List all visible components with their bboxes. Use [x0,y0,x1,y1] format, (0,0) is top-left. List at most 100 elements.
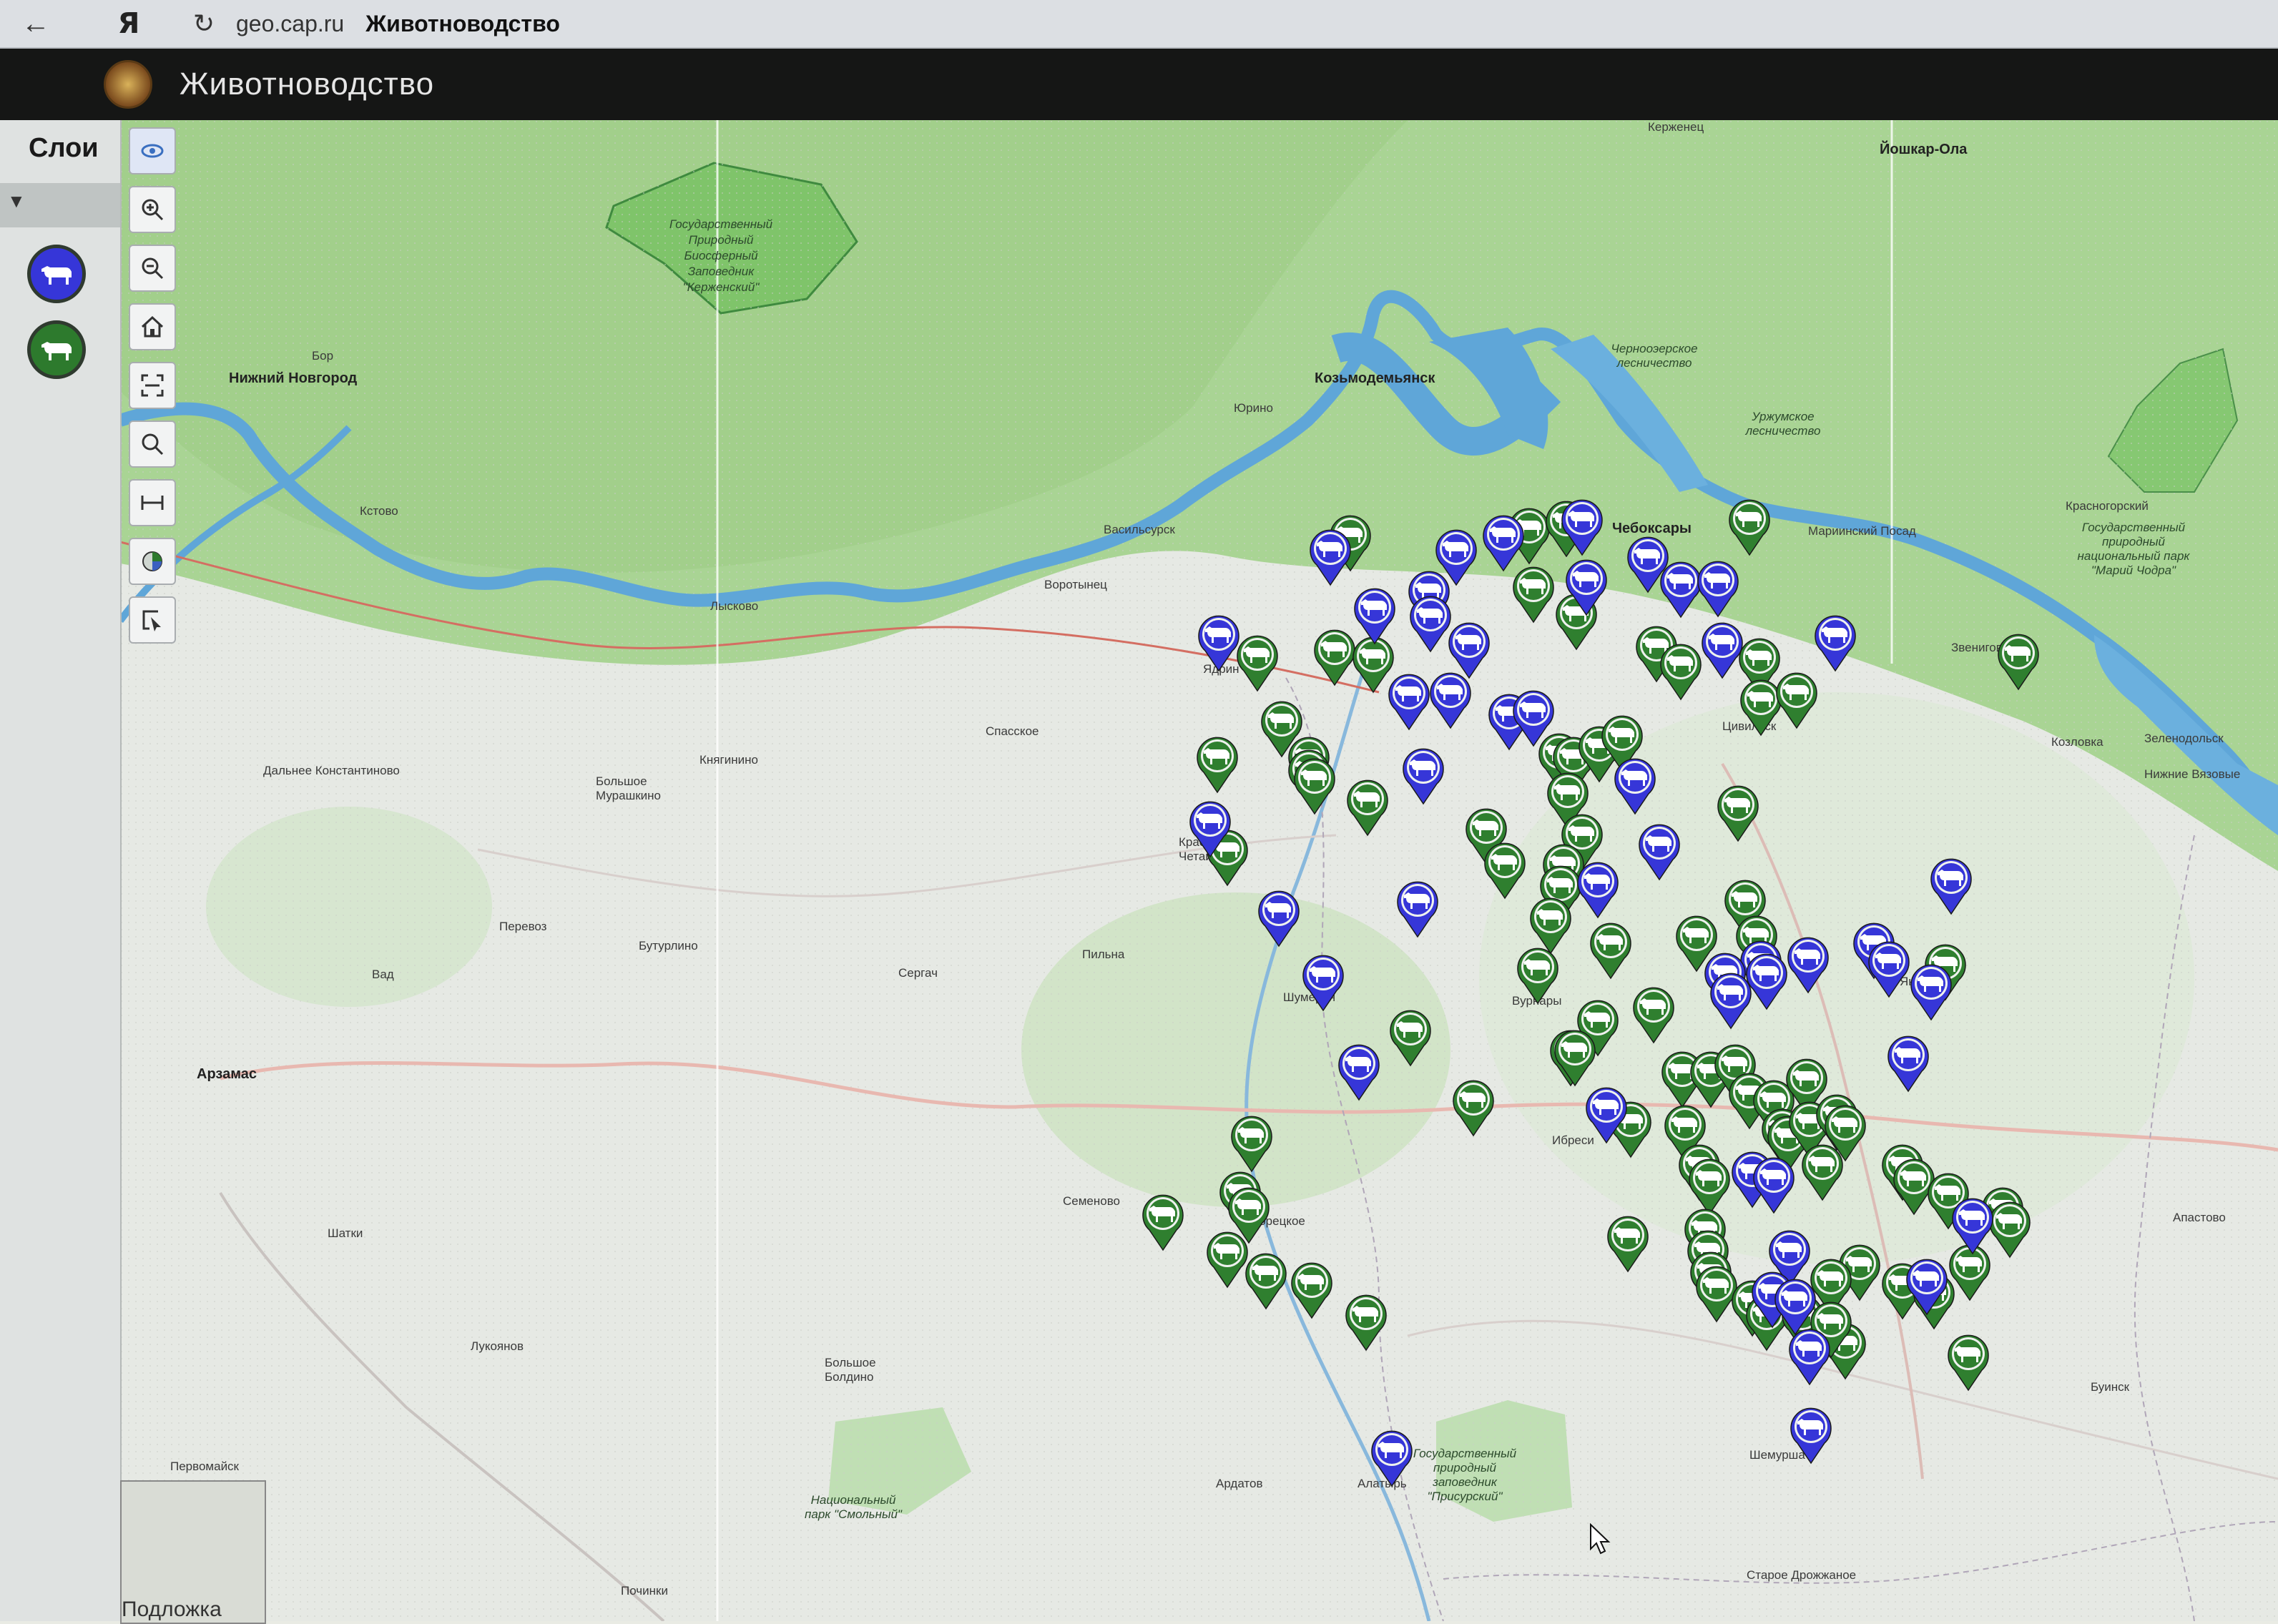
green-cattle-marker[interactable] [1945,1330,1992,1392]
green-cattle-marker[interactable] [1514,943,1561,1005]
map-pin-icon [1189,801,1231,858]
measure-tool[interactable] [129,479,176,526]
home-tool[interactable] [129,303,176,350]
zoom-in-icon [142,199,164,221]
map-label-yoshkar-ola: Йошкар-Ола [1880,142,1968,157]
blue-cattle-marker[interactable] [1574,857,1621,919]
blue-cattle-marker[interactable] [1300,950,1347,1012]
blue-cattle-marker[interactable] [1786,1324,1833,1386]
caret-down-icon[interactable]: ▼ [7,190,26,212]
visibility-tool[interactable] [129,127,176,174]
cattle-layer-blue[interactable] [27,245,86,303]
green-cattle-marker[interactable] [1995,629,2042,691]
cow-icon [41,266,72,285]
map-pin-icon [1802,1144,1843,1201]
blue-cattle-marker[interactable] [1908,960,1955,1021]
green-cattle-marker[interactable] [1288,1258,1335,1319]
blue-cattle-marker[interactable] [1750,1153,1797,1214]
zoom-out-tool[interactable] [129,245,176,292]
green-cattle-marker[interactable] [1344,775,1391,837]
blue-cattle-marker[interactable] [1187,797,1234,858]
full-extent-tool[interactable] [129,362,176,409]
blue-cattle-marker[interactable] [1885,1031,1932,1093]
map-pin-icon [1717,785,1759,842]
green-cattle-marker[interactable] [1228,1111,1275,1173]
measure-icon [141,496,164,510]
green-cattle-marker[interactable] [1242,1249,1290,1310]
reload-icon[interactable]: ↻ [186,9,222,39]
map-pin-icon [1998,634,2039,691]
blue-cattle-marker[interactable] [1255,886,1302,948]
map-label-bolshoe-murashkino: Большое Мурашкино [596,774,661,802]
blue-cattle-marker[interactable] [1433,525,1480,586]
map-label-vasilsursk: Васильсурск [1104,523,1175,536]
green-cattle-marker[interactable] [1604,1211,1651,1273]
map-pin-icon [1639,824,1680,881]
green-cattle-marker[interactable] [1387,1005,1434,1067]
blue-cattle-marker[interactable] [1394,877,1441,938]
blue-cattle-marker[interactable] [1812,611,1859,672]
map-pin-icon [1291,1262,1332,1319]
map-pin-icon [1607,1216,1649,1273]
map-pin-icon [1586,1087,1627,1144]
blue-cattle-marker[interactable] [1787,1403,1835,1465]
blue-cattle-marker[interactable] [1385,669,1433,731]
blue-cattle-marker[interactable] [1865,937,1913,998]
blue-cattle-marker[interactable] [1195,611,1242,672]
select-tool[interactable] [129,596,176,644]
map-pin-icon [1435,529,1477,586]
green-cattle-marker[interactable] [1291,754,1338,815]
blue-cattle-marker[interactable] [1558,495,1606,556]
map-view[interactable]: Нижний Новгород Бор Кстово Лысково Васил… [120,120,2278,1621]
green-cattle-marker[interactable] [1726,495,1773,556]
map-pin-icon [1815,615,1856,672]
green-cattle-marker[interactable] [1587,918,1634,980]
pie-tool[interactable] [129,538,176,585]
green-cattle-marker[interactable] [1630,983,1677,1044]
blue-cattle-marker[interactable] [1400,744,1447,805]
search-tool[interactable] [129,420,176,468]
blue-cattle-marker[interactable] [1949,1194,1996,1255]
map-label-yurino: Юрино [1234,401,1273,415]
blue-cattle-marker[interactable] [1583,1083,1630,1144]
map-pin-icon [1347,779,1388,837]
green-cattle-marker[interactable] [1194,732,1241,794]
map-label-shatki: Шатки [328,1226,363,1240]
green-cattle-marker[interactable] [1773,668,1820,729]
blue-cattle-marker[interactable] [1563,555,1610,616]
cattle-layer-green[interactable] [27,320,86,379]
blue-cattle-marker[interactable] [1368,1426,1415,1487]
green-cattle-marker[interactable] [1342,1290,1390,1352]
blue-cattle-marker[interactable] [1784,932,1832,994]
green-cattle-marker[interactable] [1481,838,1528,900]
blue-cattle-marker[interactable] [1307,525,1354,586]
map-pin-icon [1483,515,1524,572]
green-cattle-marker[interactable] [1799,1140,1846,1201]
blue-cattle-marker[interactable] [1611,754,1659,815]
zoom-in-tool[interactable] [129,186,176,233]
green-cattle-marker[interactable] [1551,1025,1599,1087]
green-cattle-marker[interactable] [1657,639,1704,701]
map-pin-icon [1948,1334,1989,1392]
map-label-buturlino: Бутурлино [639,939,698,953]
blue-cattle-marker[interactable] [1903,1254,1950,1316]
blue-cattle-marker[interactable] [1480,511,1527,572]
blue-cattle-marker[interactable] [1694,556,1742,618]
blue-cattle-marker[interactable] [1743,949,1790,1010]
blue-cattle-marker[interactable] [1427,668,1474,729]
arrow-left-icon[interactable]: ← [14,8,57,40]
blue-cattle-marker[interactable] [1699,618,1746,679]
browser-logo[interactable]: Я [107,7,150,40]
green-cattle-marker[interactable] [1450,1076,1497,1137]
layers-group-header[interactable]: ▼ [0,183,120,227]
green-cattle-marker[interactable] [1714,781,1762,842]
blue-cattle-marker[interactable] [1335,1040,1383,1101]
green-cattle-marker[interactable] [1139,1190,1187,1251]
layers-panel: Слои ▼ [0,120,122,1621]
blue-cattle-marker[interactable] [1636,820,1683,881]
address-bar[interactable]: geo.cap.ru [236,11,344,37]
map-pin-icon [1868,941,1910,998]
blue-cattle-marker[interactable] [1351,584,1398,645]
blue-cattle-marker[interactable] [1928,854,1975,915]
blue-cattle-marker[interactable] [1510,686,1557,747]
